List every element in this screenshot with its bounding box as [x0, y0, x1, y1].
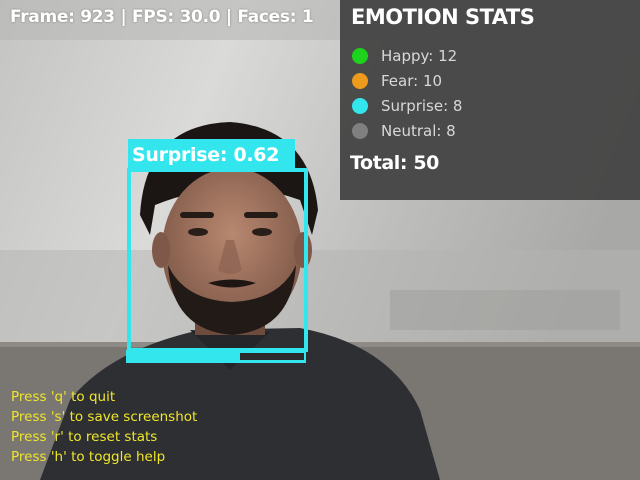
- neutral-dot-icon: [352, 123, 368, 139]
- stat-row-surprise: Surprise: 8: [352, 96, 462, 116]
- help-line-screenshot: Press 's' to save screenshot: [11, 409, 198, 425]
- surprise-dot-icon: [352, 98, 368, 114]
- stat-row-fear: Fear: 10: [352, 71, 442, 91]
- happy-dot-icon: [352, 48, 368, 64]
- help-line-quit: Press 'q' to quit: [11, 389, 116, 405]
- help-line-reset: Press 'r' to reset stats: [11, 429, 158, 445]
- emotion-stats-panel: EMOTION STATS Happy: 12 Fear: 10 Surpris…: [340, 0, 640, 200]
- stat-row-neutral: Neutral: 8: [352, 121, 456, 141]
- face-bounding-box: [127, 168, 308, 352]
- stat-label-fear: Fear: 10: [381, 72, 443, 90]
- stat-label-happy: Happy: 12: [381, 47, 458, 65]
- fear-dot-icon: [352, 73, 368, 89]
- stats-title: EMOTION STATS: [351, 5, 535, 29]
- camera-view: Frame: 923 | FPS: 30.0 | Faces: 1 EMOTIO…: [0, 0, 640, 480]
- stat-row-happy: Happy: 12: [352, 46, 457, 66]
- emotion-label-text: Surprise: 0.62: [132, 144, 280, 166]
- confidence-bar-remainder: [240, 353, 304, 360]
- stats-total: Total: 50: [350, 152, 439, 174]
- help-line-toggle: Press 'h' to toggle help: [11, 449, 166, 465]
- confidence-bar: [126, 350, 306, 363]
- stat-label-surprise: Surprise: 8: [381, 97, 463, 115]
- frame-info-text: Frame: 923 | FPS: 30.0 | Faces: 1: [10, 7, 314, 27]
- emotion-label-box: Surprise: 0.62: [128, 139, 295, 169]
- help-text: Press 'q' to quit Press 's' to save scre…: [11, 387, 197, 467]
- stat-label-neutral: Neutral: 8: [381, 122, 456, 140]
